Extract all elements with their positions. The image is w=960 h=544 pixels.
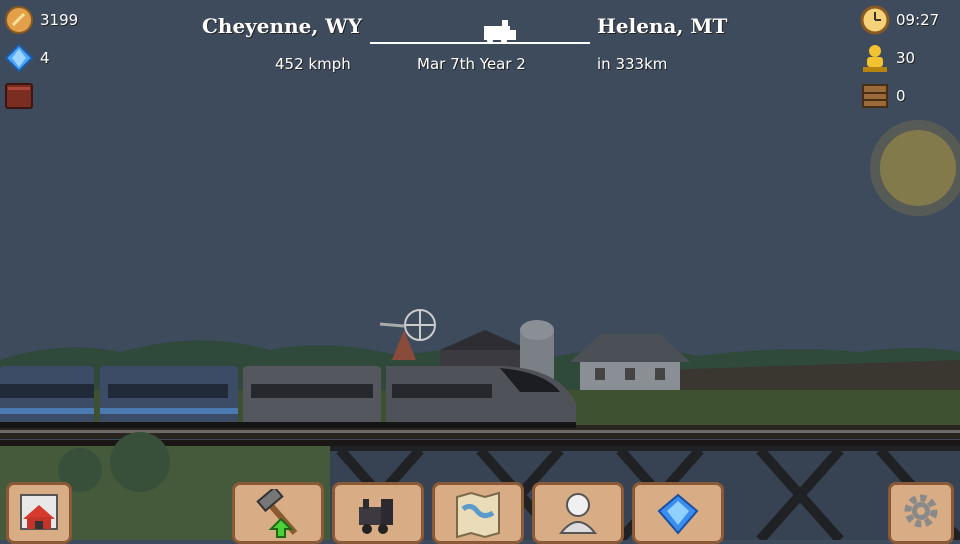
origin-city: Cheyenne, WY	[202, 14, 362, 38]
route-progress-line	[370, 42, 590, 44]
station-icon	[20, 494, 58, 530]
passengers-value: 30	[896, 49, 916, 67]
crew-member-icon	[558, 493, 598, 534]
clock-icon	[860, 5, 890, 35]
passenger-car	[243, 366, 381, 424]
map-button[interactable]	[432, 482, 524, 544]
trains-button[interactable]	[332, 482, 424, 544]
coin-icon	[5, 6, 33, 34]
station-button[interactable]	[6, 482, 72, 544]
distance-readout: in 333km	[597, 55, 668, 73]
passengers-counter[interactable]: 30	[860, 42, 939, 74]
cargo-crate-icon	[862, 84, 888, 108]
train	[0, 366, 576, 428]
destination-city: Helena, MT	[597, 14, 728, 38]
passenger-car	[0, 366, 94, 424]
speed-readout: 452 kmph	[275, 55, 351, 73]
gems-value: 4	[40, 49, 50, 67]
book-icon	[5, 83, 33, 109]
locomotive-icon	[359, 499, 393, 534]
passenger-car	[100, 366, 238, 424]
passenger-icon	[863, 45, 887, 72]
gems-counter[interactable]: 4	[4, 42, 78, 74]
gem-shop-button[interactable]	[632, 482, 724, 544]
journal-button[interactable]	[4, 80, 78, 112]
gear-icon	[904, 494, 938, 528]
coins-counter[interactable]: 3199	[4, 4, 78, 36]
gem-icon	[4, 43, 34, 73]
cargo-counter[interactable]: 0	[860, 80, 939, 112]
map-icon	[456, 491, 500, 539]
hammer-upgrade-icon	[256, 489, 298, 538]
route-train-icon	[484, 20, 516, 44]
date-readout: Mar 7th Year 2	[417, 55, 526, 73]
settings-button[interactable]	[888, 482, 954, 544]
hud-right: 09:27 30 0	[860, 4, 939, 118]
clock-display: 09:27	[860, 4, 939, 36]
crew-button[interactable]	[532, 482, 624, 544]
gem-shop-icon	[657, 493, 699, 535]
cargo-value: 0	[896, 87, 906, 105]
upgrade-button[interactable]	[232, 482, 324, 544]
coins-value: 3199	[40, 11, 79, 29]
hud-left: 3199 4	[4, 4, 78, 118]
clock-value: 09:27	[896, 11, 940, 29]
game-scene	[0, 0, 960, 540]
